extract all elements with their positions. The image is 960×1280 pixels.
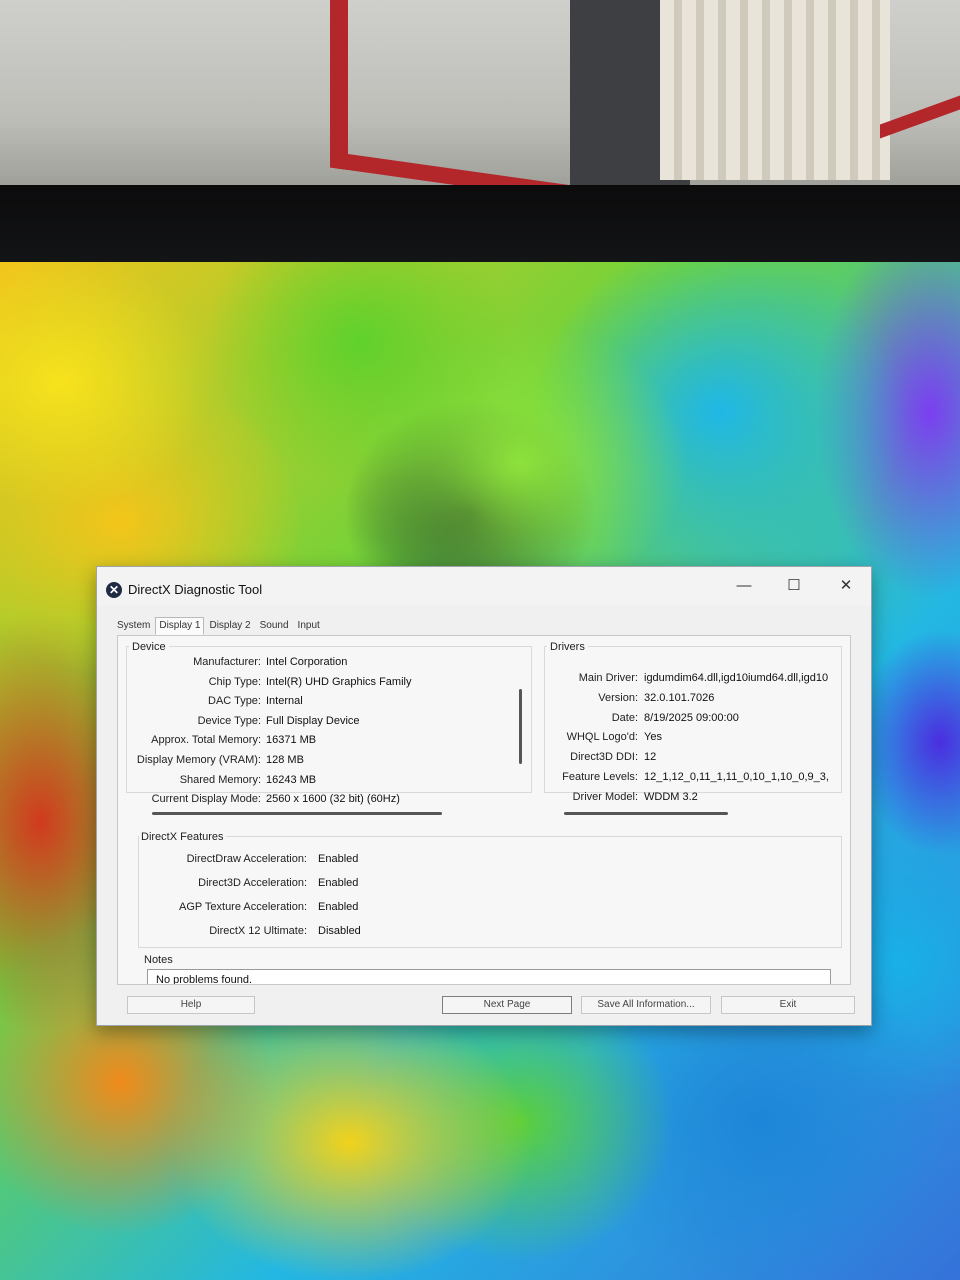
next-page-button[interactable]: Next Page <box>442 996 572 1014</box>
wall-trim <box>880 95 960 199</box>
display-tab-panel: Device Manufacturer: Intel Corporation Chi… <box>117 635 851 985</box>
notes-title: Notes <box>144 954 173 966</box>
help-button[interactable]: Help <box>127 996 255 1014</box>
title-bar[interactable]: ✕ DirectX Diagnostic Tool — ☐ ✕ <box>97 567 871 605</box>
close-button[interactable]: ✕ <box>826 575 866 597</box>
drivers-group-title: Drivers <box>547 641 588 653</box>
features-group-title: DirectX Features <box>139 831 226 843</box>
save-all-information-button[interactable]: Save All Information... <box>581 996 711 1014</box>
device-field-label: Current Display Mode: <box>151 793 261 806</box>
device-field-value: 16371 MB <box>266 734 317 747</box>
curtain <box>660 0 890 180</box>
device-scrollbar[interactable] <box>519 689 522 764</box>
driver-field-value: 8/19/2025 09:00:00 <box>644 711 739 724</box>
monitor-bezel <box>0 185 960 270</box>
maximize-button[interactable]: ☐ <box>774 575 814 597</box>
driver-field-label: Date: <box>611 711 638 724</box>
driver-field-value: 32.0.101.7026 <box>644 691 715 704</box>
driver-field-value: Yes <box>644 731 662 744</box>
exit-button[interactable]: Exit <box>721 996 855 1014</box>
window-title: DirectX Diagnostic Tool <box>128 582 263 597</box>
driver-field-label: Driver Model: <box>572 790 638 803</box>
notes-box[interactable]: No problems found. <box>147 969 831 984</box>
tab-display-1[interactable]: Display 1 <box>155 617 205 635</box>
feature-field-label: Direct3D Acceleration: <box>198 877 307 889</box>
drivers-hscrollbar[interactable] <box>564 812 728 815</box>
tab-system[interactable]: System <box>113 617 154 635</box>
device-field-label: Manufacturer: <box>193 656 261 668</box>
driver-field-value: igdumdim64.dll,igd10iumd64.dll,igd10 <box>644 672 829 684</box>
driver-field-value: 12_1,12_0,11_1,11_0,10_1,10_0,9_3, <box>644 771 829 783</box>
device-field-value: Internal <box>266 695 303 708</box>
device-group-title: Device <box>129 641 169 653</box>
device-field-value: 16243 MB <box>266 773 317 786</box>
feature-field-value: Enabled <box>318 901 359 913</box>
device-hscrollbar[interactable] <box>152 812 442 815</box>
driver-field-label: Direct3D DDI: <box>570 751 638 764</box>
device-field-label: Shared Memory: <box>179 773 261 786</box>
device-field-value: 2560 x 1600 (32 bit) (60Hz) <box>266 793 400 806</box>
device-field-label: Device Type: <box>197 714 261 727</box>
device-field-value: 128 MB <box>266 754 304 766</box>
driver-field-label: Main Driver: <box>578 672 638 684</box>
driver-field-value: WDDM 3.2 <box>644 790 698 803</box>
device-field-label: Display Memory (VRAM): <box>136 754 261 766</box>
feature-field-value: Enabled <box>318 853 359 865</box>
driver-field-label: Version: <box>598 691 638 704</box>
device-field-label: Approx. Total Memory: <box>151 734 261 747</box>
driver-field-value: 12 <box>644 751 657 764</box>
driver-field-label: Feature Levels: <box>562 771 638 783</box>
minimize-button[interactable]: — <box>724 575 764 597</box>
device-field-label: DAC Type: <box>208 695 261 708</box>
tab-sound[interactable]: Sound <box>256 617 293 635</box>
tab-input[interactable]: Input <box>294 617 324 635</box>
feature-field-value: Disabled <box>318 925 361 937</box>
device-field-value: Intel Corporation <box>266 656 348 668</box>
feature-field-label: AGP Texture Acceleration: <box>179 901 307 913</box>
notes-text: No problems found. <box>156 974 252 984</box>
dxdiag-window: ✕ DirectX Diagnostic Tool — ☐ ✕ System Di… <box>96 566 872 1026</box>
directx-icon: ✕ <box>106 582 122 598</box>
feature-field-label: DirectX 12 Ultimate: <box>209 925 307 937</box>
device-field-value: Intel(R) UHD Graphics Family <box>266 675 412 688</box>
room-background <box>0 0 960 205</box>
tab-strip: System Display 1 Display 2 Sound Input <box>113 617 325 635</box>
feature-field-value: Enabled <box>318 877 359 889</box>
driver-field-label: WHQL Logo'd: <box>566 731 638 744</box>
wall-frame <box>330 0 594 205</box>
tab-display-2[interactable]: Display 2 <box>205 617 254 635</box>
device-field-value: Full Display Device <box>266 714 360 727</box>
feature-field-label: DirectDraw Acceleration: <box>186 853 307 865</box>
device-field-label: Chip Type: <box>208 675 261 688</box>
